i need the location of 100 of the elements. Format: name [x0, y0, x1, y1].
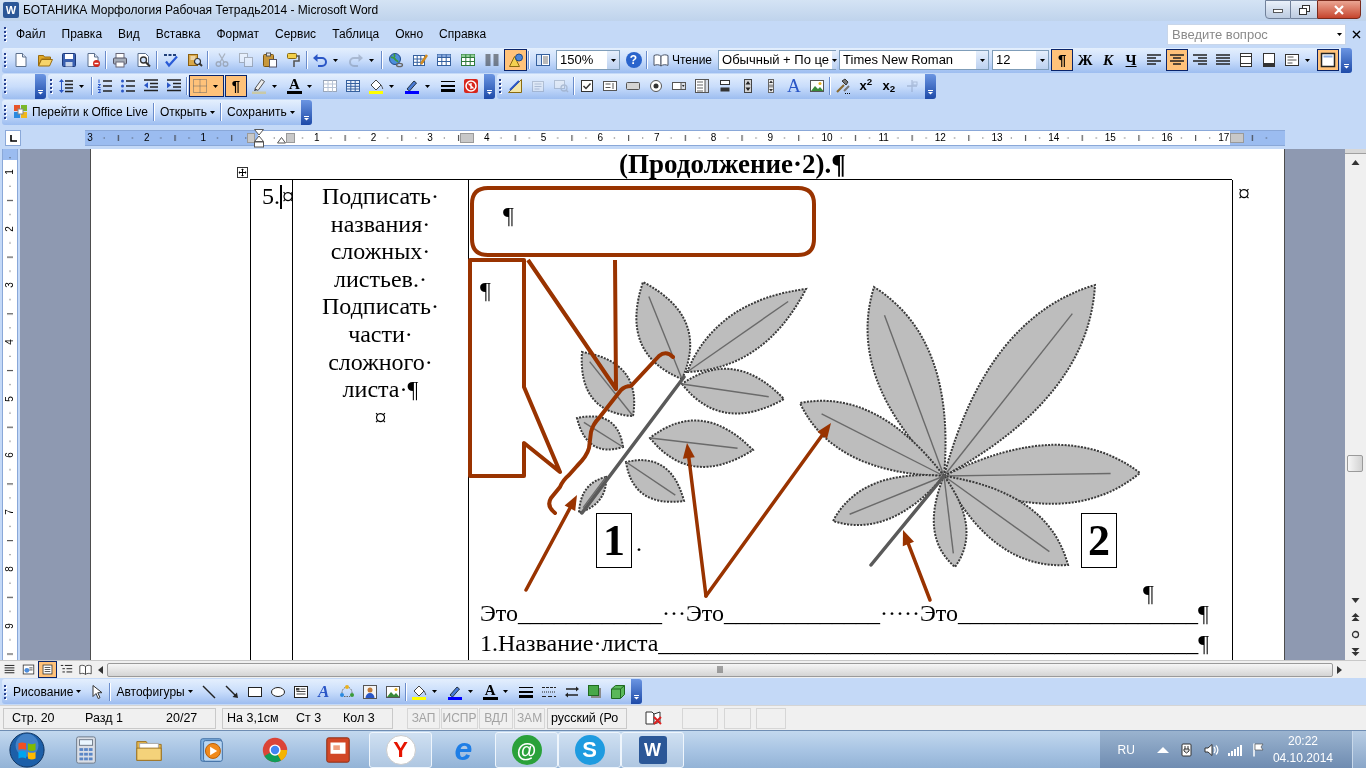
- picture-icon: [384, 683, 401, 700]
- caret-icon: [610, 58, 616, 62]
- close-button[interactable]: [1317, 0, 1361, 19]
- taskbar-button[interactable]: W: [621, 731, 684, 768]
- align-right-icon: [1192, 52, 1209, 68]
- restore-button[interactable]: [1291, 0, 1317, 19]
- caret-icon: [187, 690, 193, 693]
- menu-item[interactable]: Окно: [387, 23, 432, 45]
- caret-icon: [213, 84, 218, 88]
- toolbar-options-button[interactable]: [35, 73, 46, 99]
- toolbar-options-button[interactable]: [630, 679, 642, 704]
- bold-button[interactable]: Ж: [1074, 49, 1097, 71]
- grip-icon[interactable]: [3, 26, 7, 42]
- font-box[interactable]: Times New Roman: [839, 50, 990, 70]
- plug-icon[interactable]: [1178, 741, 1195, 758]
- font-color-button[interactable]: A: [284, 75, 318, 97]
- zoom-box[interactable]: 150%: [556, 50, 620, 70]
- toolbar-button[interactable]: [1317, 49, 1340, 71]
- flag-icon[interactable]: [1250, 741, 1267, 758]
- column-marker[interactable]: [460, 133, 474, 143]
- formatting-marks-button[interactable]: ¶: [1051, 49, 1074, 71]
- drawing-menu-button[interactable]: Рисование: [9, 680, 86, 703]
- taskbar-button[interactable]: Y: [369, 731, 432, 768]
- align-center-button[interactable]: [1166, 49, 1189, 71]
- scroll-thumb[interactable]: [107, 662, 1333, 677]
- frame-icon: [1320, 52, 1337, 68]
- column-marker[interactable]: [1230, 133, 1244, 143]
- grip-icon[interactable]: [497, 78, 502, 94]
- lines-icon: [3, 663, 16, 676]
- menu-item[interactable]: Сервис: [267, 23, 325, 45]
- drawing-button[interactable]: [504, 49, 527, 71]
- list-box-icon: [693, 78, 710, 94]
- chevron-icon: [633, 695, 639, 700]
- menu-item[interactable]: Правка: [53, 23, 111, 45]
- arrow: [902, 530, 932, 602]
- italic-button[interactable]: К: [1097, 49, 1120, 71]
- toolbar-options-button[interactable]: [300, 99, 312, 125]
- folder-icon: [36, 52, 53, 68]
- app-logo: W: [3, 2, 19, 18]
- toolbar-options-button[interactable]: [1341, 47, 1353, 73]
- open-book-icon: [653, 52, 669, 68]
- grip-icon[interactable]: [3, 52, 7, 68]
- open-menu-button[interactable]: Открыть: [155, 101, 220, 123]
- read-button[interactable]: Чтение: [649, 49, 717, 71]
- scroll-thumb[interactable]: [1347, 455, 1363, 472]
- shadow-square-icon: [586, 683, 603, 700]
- menu-item[interactable]: Вставка: [147, 23, 209, 45]
- column-marker[interactable]: [247, 133, 255, 143]
- ruler-number: 6: [597, 133, 603, 143]
- paint-bucket-icon: [367, 78, 384, 94]
- font-size-box[interactable]: 12: [992, 50, 1050, 70]
- up-arrow-icon: [1351, 158, 1360, 167]
- font-color-button[interactable]: A: [479, 680, 514, 703]
- menu-item[interactable]: Вид: [110, 23, 148, 45]
- ruler-number: 1: [200, 133, 207, 143]
- text-box-icon: [292, 683, 309, 700]
- menu-item[interactable]: Справка: [431, 23, 495, 45]
- wordart-button[interactable]: A: [312, 680, 335, 703]
- ruler-number: 2: [143, 133, 150, 143]
- framed-page-icon: [1238, 52, 1255, 68]
- save-menu-button[interactable]: Сохранить: [223, 101, 299, 123]
- ruler-number: 7: [5, 509, 15, 515]
- subscript-button[interactable]: x$_{2}$: [877, 75, 900, 97]
- indent-icon: [166, 78, 182, 94]
- indent-marker-icon[interactable]: [254, 129, 264, 148]
- picture-icon: [808, 78, 825, 94]
- caret-icon: [272, 84, 277, 88]
- toolbar-options-button[interactable]: [924, 73, 936, 99]
- down-arrow-icon: [1351, 596, 1360, 605]
- underline-button[interactable]: Ч: [1120, 49, 1143, 71]
- indent-marker-icon[interactable]: [277, 137, 286, 144]
- grip-icon[interactable]: [3, 683, 7, 700]
- split-handle[interactable]: [1345, 149, 1366, 154]
- language-indicator[interactable]: русский (Ро: [547, 707, 627, 729]
- grip-icon[interactable]: [3, 104, 7, 120]
- copy-icon: [237, 52, 254, 68]
- superscript-button[interactable]: x$^{2}$: [854, 75, 877, 97]
- office-live-button[interactable]: Перейти к Office Live: [9, 101, 152, 123]
- menu-item[interactable]: Таблица: [324, 23, 388, 45]
- caret-icon: [79, 84, 84, 88]
- formatting-marks-button[interactable]: ¶: [225, 75, 247, 97]
- grip-icon[interactable]: [49, 78, 53, 94]
- text-field-icon: [601, 78, 618, 94]
- left-arrow-icon: [97, 665, 103, 674]
- move-handle-icon[interactable]: [237, 167, 248, 178]
- print-layout-button[interactable]: [38, 661, 57, 678]
- grip-icon[interactable]: [3, 78, 7, 94]
- column-marker[interactable]: [286, 133, 295, 143]
- label-control-button[interactable]: A: [782, 75, 805, 97]
- menu-item[interactable]: Файл: [8, 23, 54, 45]
- speaker-icon[interactable]: [1202, 741, 1219, 758]
- autoshapes-menu-button[interactable]: Автофигуры: [112, 680, 197, 703]
- borders-button[interactable]: [189, 75, 224, 97]
- dotted-grid-icon: [192, 78, 208, 94]
- heading: (Продолжение·2).¶: [619, 150, 846, 178]
- style-box[interactable]: Обычный + По це: [718, 50, 837, 70]
- toolbar-options-button[interactable]: [483, 73, 495, 99]
- minimize-button[interactable]: [1265, 0, 1291, 19]
- menu-item[interactable]: Формат: [208, 23, 268, 45]
- tab-selector-button[interactable]: [5, 130, 21, 146]
